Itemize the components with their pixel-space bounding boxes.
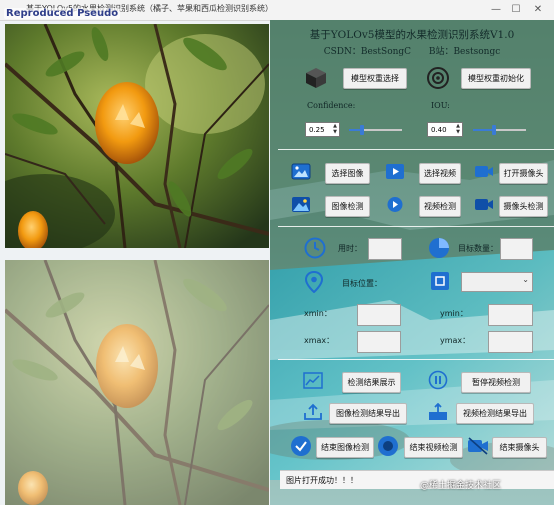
time-label: 用时： [338, 244, 362, 253]
xmax-label: xmax： [304, 336, 335, 345]
stop-video-icon [378, 436, 398, 456]
confidence-value: 0.25 [309, 126, 325, 134]
upload-icon [304, 403, 322, 420]
watermark-stamp: Reproduced Pseudo [4, 8, 121, 19]
iou-slider-handle[interactable] [492, 125, 497, 135]
confidence-spinbox[interactable]: 0.25 ▲ ▼ [305, 122, 340, 137]
iou-value: 0.40 [431, 126, 447, 134]
divider [278, 226, 554, 227]
video-detect-button[interactable]: 视频检测 [419, 196, 461, 217]
title-bar: 基于YOLOv5的水果检测识别系统（橘子、苹果和西瓜检测识别系统） Reprod… [0, 0, 554, 21]
divider [278, 149, 554, 150]
position-target-icon [431, 272, 449, 290]
camera-detect-icon [475, 199, 493, 210]
chevron-down-icon[interactable]: ⌄ [522, 275, 529, 284]
model-cube-icon [306, 68, 326, 88]
end-image-detect-button[interactable]: 结束图像检测 [316, 437, 374, 458]
export-image-results-button[interactable]: 图像检测结果导出 [329, 403, 407, 424]
confidence-slider[interactable] [349, 124, 402, 136]
iou-spinbox[interactable]: 0.40 ▲ ▼ [427, 122, 463, 137]
iou-slider[interactable] [473, 124, 526, 136]
xmin-field [357, 304, 401, 326]
open-camera-button[interactable]: 打开摄像头 [499, 163, 548, 184]
target-select-dropdown[interactable]: ⌄ [461, 272, 533, 292]
target-position-label: 目标位置： [342, 279, 382, 288]
landscape-icon [292, 197, 310, 212]
status-message: 图片打开成功！！！ [286, 476, 358, 485]
select-video-button[interactable]: 选择视频 [419, 163, 461, 184]
divider [278, 359, 554, 360]
image-detect-button[interactable]: 图像检测 [325, 196, 370, 217]
camera-icon [475, 166, 493, 177]
target-icon [427, 67, 449, 89]
target-count-field [500, 238, 533, 260]
image-panel [0, 20, 270, 505]
end-camera-button[interactable]: 结束摄像头 [492, 437, 547, 458]
author-info: CSDN：BestSongC B站：Bestsongc [270, 44, 554, 57]
pause-video-detect-button[interactable]: 暂停视频检测 [461, 372, 531, 393]
confidence-slider-handle[interactable] [360, 125, 365, 135]
control-panel: 基于YOLOv5模型的水果检测识别系统V1.0 CSDN：BestSongC B… [270, 20, 554, 505]
camera-detect-button[interactable]: 摄像头检测 [499, 196, 548, 217]
spin-arrows-icon[interactable]: ▲ ▼ [332, 123, 338, 135]
xmin-label: xmin： [304, 309, 332, 318]
river-background [270, 20, 554, 505]
confidence-label: Confidence: [307, 101, 356, 110]
ymin-label: ymin： [440, 309, 468, 318]
result-image [5, 260, 269, 505]
spin-arrows-icon[interactable]: ▲ ▼ [455, 123, 461, 135]
end-video-detect-button[interactable]: 结束视频检测 [404, 437, 463, 458]
chart-line-icon [303, 372, 323, 389]
export-video-results-button[interactable]: 视频检测结果导出 [456, 403, 534, 424]
model-weight-select-button[interactable]: 模型权重选择 [343, 68, 407, 89]
bilibili-label: B站：Bestsongc [428, 47, 501, 57]
check-circle-icon [291, 436, 311, 456]
ymax-label: ymax： [440, 336, 471, 345]
pause-icon [428, 370, 448, 390]
video-detect-icon [387, 197, 403, 212]
image-icon [291, 163, 311, 180]
original-image [5, 24, 269, 248]
pie-icon [429, 238, 449, 258]
clock-icon [304, 237, 326, 259]
select-image-button[interactable]: 选择图像 [325, 163, 370, 184]
target-count-label: 目标数量： [458, 244, 498, 253]
app-window: 基于YOLOv5的水果检测识别系统（橘子、苹果和西瓜检测识别系统） Reprod… [0, 0, 554, 505]
iou-label: IOU: [431, 101, 450, 110]
video-play-icon [386, 164, 404, 179]
maximize-icon[interactable]: ☐ [508, 2, 524, 18]
corner-watermark: @稀土掘金技术社区 [420, 481, 502, 491]
model-weight-init-button[interactable]: 模型权重初始化 [461, 68, 531, 89]
close-icon[interactable]: ✕ [530, 2, 546, 18]
ymin-field [488, 304, 533, 326]
stop-camera-icon [468, 437, 488, 455]
minimize-icon[interactable]: — [488, 2, 504, 18]
time-value-field [368, 238, 402, 260]
xmax-field [357, 331, 401, 353]
location-pin-icon [304, 271, 324, 293]
app-heading: 基于YOLOv5模型的水果检测识别系统V1.0 [309, 29, 515, 41]
status-bar: 图片打开成功！！！ [280, 470, 554, 489]
show-results-button[interactable]: 检测结果展示 [342, 372, 401, 393]
export-video-icon [429, 403, 447, 420]
csdn-label: CSDN：BestSongC [323, 47, 412, 57]
ymax-field [488, 331, 533, 353]
